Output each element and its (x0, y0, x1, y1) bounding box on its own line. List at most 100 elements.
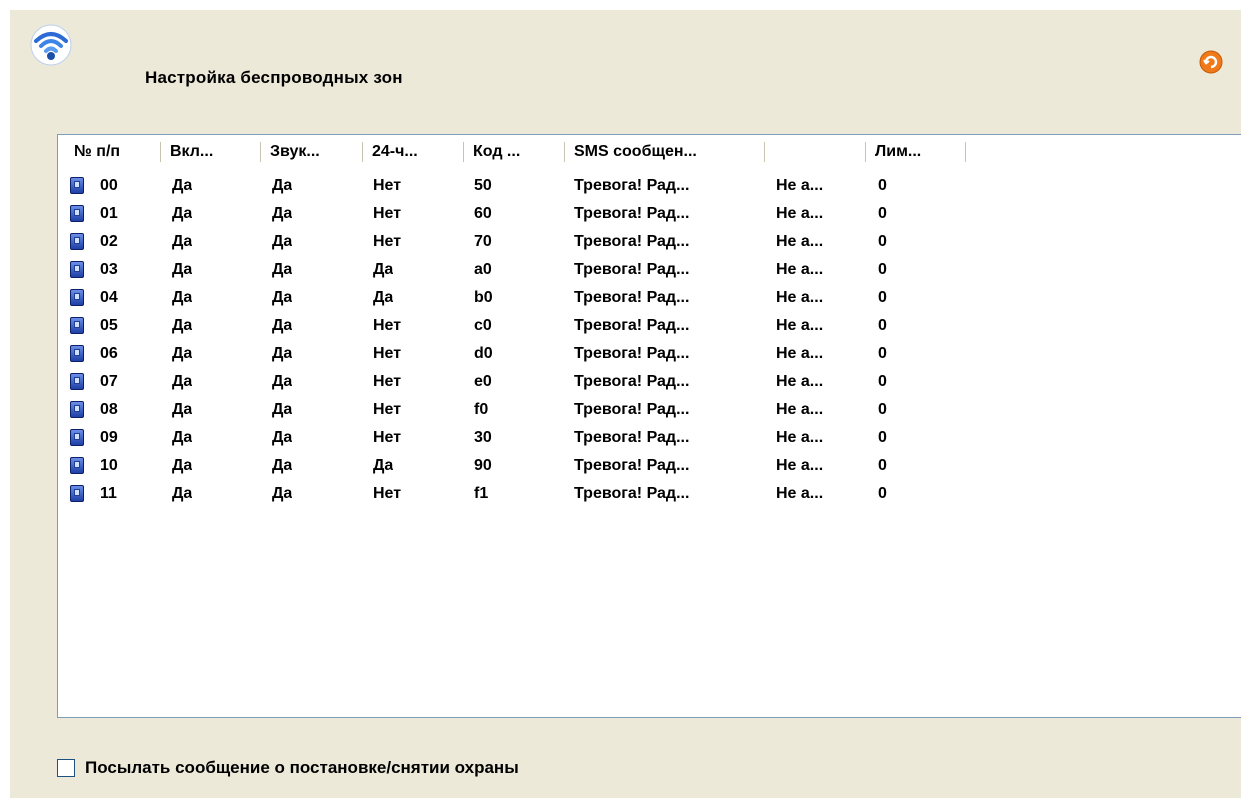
column-header-enabled[interactable]: Вкл... (164, 135, 260, 168)
cell-sound: Да (272, 289, 293, 306)
cell-sms: Тревога! Рад... (574, 345, 690, 362)
cell-sound: Да (272, 429, 293, 446)
table-row[interactable]: 11 Да Да Нет f1 Тревога! Рад... Не а... 0 (58, 480, 1241, 508)
sensor-icon (70, 289, 84, 306)
cell-24h: Нет (373, 373, 402, 390)
column-header-number[interactable]: № п/п (68, 135, 158, 168)
table-row[interactable]: 04 Да Да Да b0 Тревога! Рад... Не а... 0 (58, 284, 1241, 312)
cell-limit: 0 (878, 429, 887, 446)
cell-code: e0 (474, 373, 492, 390)
sensor-icon (70, 345, 84, 362)
cell-code: f0 (474, 401, 489, 418)
sensor-icon (70, 485, 84, 502)
cell-sound: Да (272, 485, 293, 502)
column-header-code[interactable]: Код ... (467, 135, 563, 168)
arm-notify-label[interactable]: Посылать сообщение о постановке/снятии о… (85, 757, 519, 779)
sensor-icon (70, 233, 84, 250)
arm-notify-checkbox[interactable] (57, 759, 75, 777)
cell-sms: Тревога! Рад... (574, 485, 690, 502)
cell-number: 03 (100, 261, 118, 278)
column-header-sound[interactable]: Звук... (264, 135, 360, 168)
cell-limit: 0 (878, 373, 887, 390)
cell-24h: Нет (373, 177, 402, 194)
cell-number: 11 (100, 485, 117, 502)
cell-24h: Да (373, 289, 394, 306)
cell-enabled: Да (172, 457, 193, 474)
cell-24h: Да (373, 261, 394, 278)
cell-24h: Нет (373, 485, 402, 502)
cell-limit: 0 (878, 261, 887, 278)
table-row[interactable]: 03 Да Да Да a0 Тревога! Рад... Не а... 0 (58, 256, 1241, 284)
cell-number: 06 (100, 345, 118, 362)
cell-extra: Не а... (776, 177, 824, 194)
cell-sms: Тревога! Рад... (574, 177, 690, 194)
table-row[interactable]: 01 Да Да Нет 60 Тревога! Рад... Не а... 0 (58, 200, 1241, 228)
cell-code: b0 (474, 289, 493, 306)
cell-number: 04 (100, 289, 118, 306)
list-header: № п/п Вкл... Звук... 24-ч... Код ... SMS… (58, 135, 1241, 168)
column-header-24h[interactable]: 24-ч... (366, 135, 462, 168)
cell-enabled: Да (172, 261, 193, 278)
cell-number: 05 (100, 317, 118, 334)
cell-sound: Да (272, 261, 293, 278)
zones-list[interactable]: № п/п Вкл... Звук... 24-ч... Код ... SMS… (57, 134, 1241, 718)
table-row[interactable]: 02 Да Да Нет 70 Тревога! Рад... Не а... 0 (58, 228, 1241, 256)
cell-extra: Не а... (776, 233, 824, 250)
column-header-limit[interactable]: Лим... (869, 135, 965, 168)
cell-number: 00 (100, 177, 118, 194)
cell-limit: 0 (878, 457, 887, 474)
page-title: Настройка беспроводных зон (145, 68, 403, 87)
cell-sound: Да (272, 177, 293, 194)
cell-number: 09 (100, 429, 118, 446)
cell-24h: Да (373, 457, 394, 474)
sensor-icon (70, 205, 84, 222)
cell-limit: 0 (878, 177, 887, 194)
cell-code: 60 (474, 205, 492, 222)
sensor-icon (70, 429, 84, 446)
table-row[interactable]: 00 Да Да Нет 50 Тревога! Рад... Не а... 0 (58, 172, 1241, 200)
cell-sms: Тревога! Рад... (574, 401, 690, 418)
cell-number: 07 (100, 373, 118, 390)
cell-sound: Да (272, 401, 293, 418)
cell-sound: Да (272, 233, 293, 250)
cell-24h: Нет (373, 233, 402, 250)
cell-sound: Да (272, 317, 293, 334)
cell-sms: Тревога! Рад... (574, 289, 690, 306)
cell-sms: Тревога! Рад... (574, 429, 690, 446)
table-row[interactable]: 05 Да Да Нет c0 Тревога! Рад... Не а... 0 (58, 312, 1241, 340)
column-header-sms[interactable]: SMS сообщен... (568, 135, 764, 168)
cell-enabled: Да (172, 233, 193, 250)
cell-sound: Да (272, 345, 293, 362)
cell-limit: 0 (878, 205, 887, 222)
cell-code: 30 (474, 429, 492, 446)
table-row[interactable]: 09 Да Да Нет 30 Тревога! Рад... Не а... 0 (58, 424, 1241, 452)
cell-enabled: Да (172, 205, 193, 222)
refresh-icon[interactable] (1198, 49, 1224, 75)
cell-code: 90 (474, 457, 492, 474)
cell-sms: Тревога! Рад... (574, 233, 690, 250)
cell-code: a0 (474, 261, 492, 278)
cell-code: c0 (474, 317, 492, 334)
cell-code: 50 (474, 177, 492, 194)
cell-limit: 0 (878, 317, 887, 334)
cell-24h: Нет (373, 317, 402, 334)
cell-limit: 0 (878, 345, 887, 362)
column-header-blank[interactable] (768, 135, 864, 168)
cell-extra: Не а... (776, 485, 824, 502)
cell-extra: Не а... (776, 261, 824, 278)
cell-number: 10 (100, 457, 118, 474)
cell-number: 08 (100, 401, 118, 418)
cell-extra: Не а... (776, 317, 824, 334)
cell-extra: Не а... (776, 289, 824, 306)
cell-sms: Тревога! Рад... (574, 205, 690, 222)
table-row[interactable]: 08 Да Да Нет f0 Тревога! Рад... Не а... 0 (58, 396, 1241, 424)
cell-sound: Да (272, 205, 293, 222)
cell-enabled: Да (172, 429, 193, 446)
table-row[interactable]: 07 Да Да Нет e0 Тревога! Рад... Не а... 0 (58, 368, 1241, 396)
cell-enabled: Да (172, 317, 193, 334)
column-separator[interactable] (965, 142, 969, 162)
cell-extra: Не а... (776, 401, 824, 418)
table-row[interactable]: 06 Да Да Нет d0 Тревога! Рад... Не а... 0 (58, 340, 1241, 368)
table-row[interactable]: 10 Да Да Да 90 Тревога! Рад... Не а... 0 (58, 452, 1241, 480)
sensor-icon (70, 401, 84, 418)
